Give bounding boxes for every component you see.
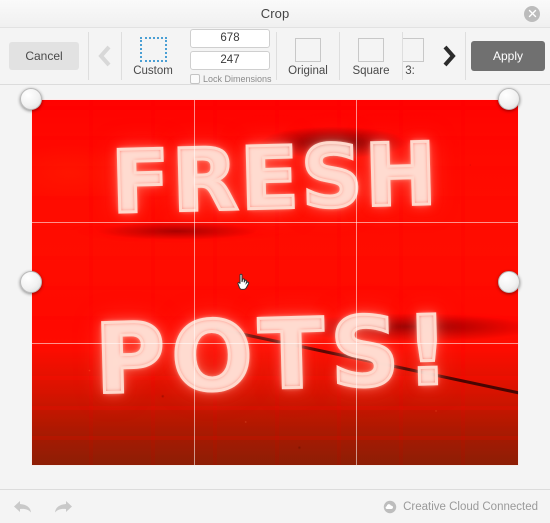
chevron-right-glyph xyxy=(443,45,456,67)
lock-dimensions-label: Lock Dimensions xyxy=(203,73,272,84)
ratio-label: Custom xyxy=(133,65,173,77)
ratio-option-3x[interactable]: 3: xyxy=(403,28,433,84)
crop-width-input[interactable] xyxy=(190,28,270,48)
history-controls xyxy=(12,499,74,515)
crop-handle-top-left[interactable] xyxy=(20,88,42,110)
cancel-cell: Cancel xyxy=(0,28,88,84)
chevron-left-glyph xyxy=(98,45,111,67)
dimension-fields: Lock Dimensions xyxy=(184,28,276,84)
page-title: Crop xyxy=(260,6,290,21)
crop-handle-bottom-left[interactable] xyxy=(20,271,42,293)
crop-dialog: Crop Cancel Custom 678 247 Lock Dimensio… xyxy=(0,0,550,523)
apply-cell: Apply xyxy=(466,28,550,84)
crop-handle-top-right[interactable] xyxy=(498,88,520,110)
chevron-right-icon[interactable] xyxy=(433,28,465,84)
cloud-status: Creative Cloud Connected xyxy=(383,500,538,514)
title-bar: Crop xyxy=(0,0,550,28)
image-canvas[interactable]: FRESH POTS! xyxy=(0,85,550,489)
ratio-label: 3: xyxy=(405,64,415,77)
ratio-label: Square xyxy=(352,64,390,77)
footer-bar: Creative Cloud Connected xyxy=(0,489,550,523)
custom-crop-icon xyxy=(139,37,167,62)
lock-dimensions-checkbox[interactable] xyxy=(190,73,200,84)
ratio-option-custom[interactable]: Custom xyxy=(122,28,184,84)
crop-toolbar: Cancel Custom Lock Dimensions xyxy=(0,28,550,85)
ratio-crop-icon xyxy=(403,37,424,62)
close-icon[interactable] xyxy=(524,5,540,22)
close-glyph xyxy=(528,9,536,18)
photo-neon-sign xyxy=(31,99,519,466)
apply-button[interactable]: Apply xyxy=(470,41,546,71)
source-image: FRESH POTS! xyxy=(31,99,519,466)
ratio-option-original[interactable]: Original xyxy=(277,28,339,84)
ratio-label: Original xyxy=(288,64,328,77)
redo-arrow-icon[interactable] xyxy=(52,499,74,515)
square-crop-icon xyxy=(358,37,384,62)
chevron-left-icon[interactable] xyxy=(89,28,121,84)
cancel-button[interactable]: Cancel xyxy=(9,42,79,70)
original-crop-icon xyxy=(295,37,321,62)
ratio-option-square[interactable]: Square xyxy=(340,28,402,84)
lock-dimensions-row[interactable]: Lock Dimensions xyxy=(190,73,272,84)
creative-cloud-icon xyxy=(383,500,397,513)
cloud-status-label: Creative Cloud Connected xyxy=(403,500,538,513)
crop-handle-bottom-right[interactable] xyxy=(498,271,520,293)
crop-height-input[interactable] xyxy=(190,50,270,70)
undo-arrow-icon[interactable] xyxy=(12,499,34,515)
